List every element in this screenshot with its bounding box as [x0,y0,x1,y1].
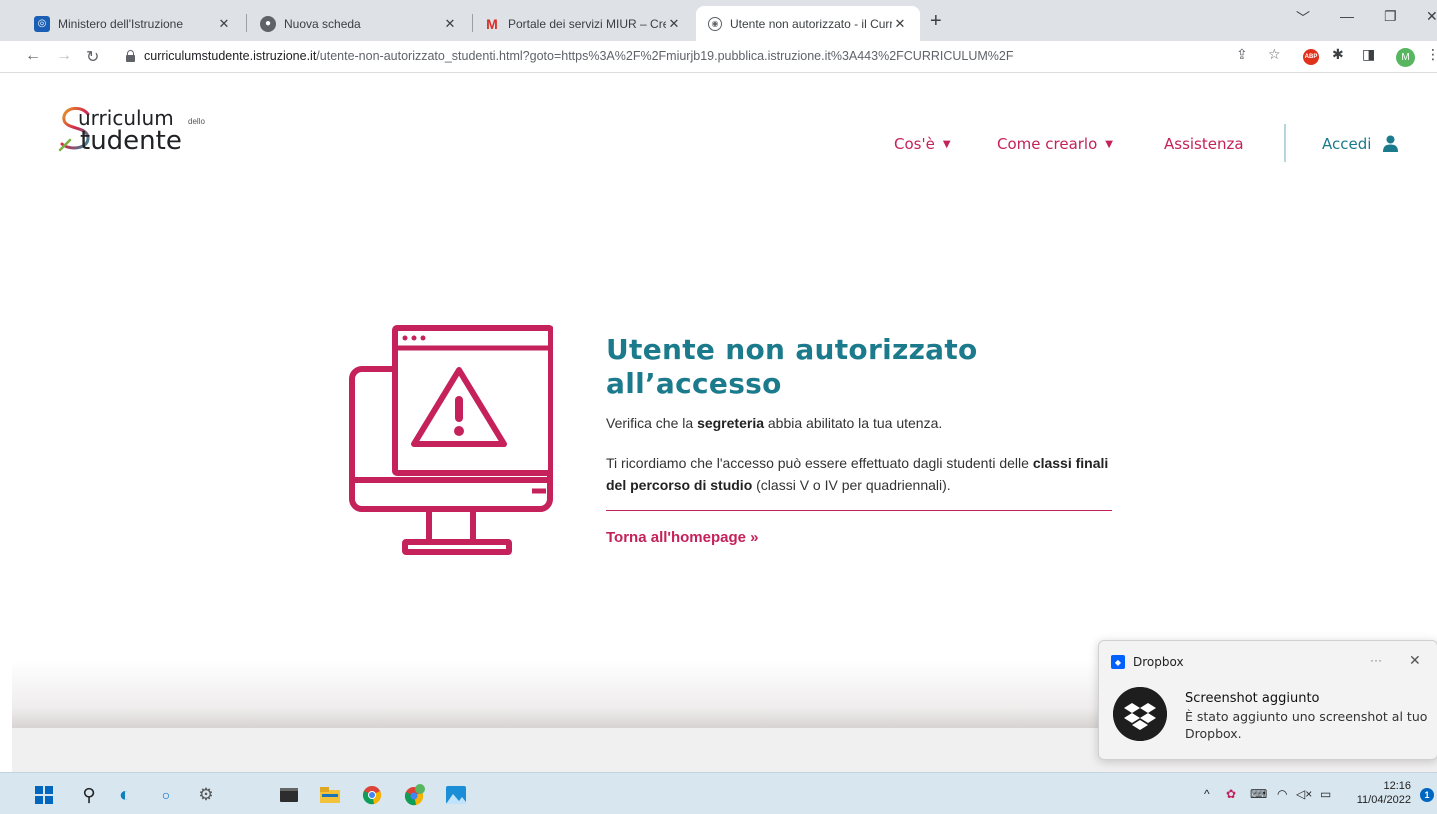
windows-start-icon[interactable] [33,784,55,806]
share-icon[interactable]: ⇪ [1236,46,1248,63]
tab-close-icon[interactable]: ✕ [892,16,908,32]
tab-separator [246,14,247,32]
verify-message: Verifica che la segreteria abbia abilita… [606,415,942,431]
tray-overflow-chevron-icon[interactable]: ^ [1204,787,1210,801]
taskbar-clock[interactable]: 12:16 11/04/2022 [1353,779,1411,807]
notification-count-badge[interactable]: 1 [1420,788,1434,802]
reload-icon[interactable]: ↻ [86,47,99,67]
forward-icon[interactable]: → [56,47,72,65]
tab-title: Utente non autorizzato - il Curric [730,16,892,31]
dropbox-small-icon: ◆ [1111,655,1125,669]
profile-avatar[interactable]: M [1396,48,1415,67]
nav-assistenza-link[interactable]: Assistenza [1164,135,1244,153]
photos-icon[interactable] [445,784,467,806]
p1-text-post: abbia abilitato la tua utenza. [764,415,943,431]
address-bar[interactable]: curriculumstudente.istruzione.it/utente-… [116,44,1296,70]
tab-close-icon[interactable]: ✕ [666,16,682,32]
curriculum-studente-logo[interactable]: urriculum dello tudente [58,102,228,158]
tab-utente-non-autorizzato[interactable]: ◉ Utente non autorizzato - il Curric ✕ [696,6,920,41]
tab-close-icon[interactable]: ✕ [216,16,232,32]
settings-gear-icon[interactable]: ⚙ [195,784,217,806]
tab-nuova-scheda[interactable]: ● Nuova scheda ✕ [248,6,470,41]
wifi-icon[interactable]: ◠ [1277,787,1287,801]
browser-tab-strip: ◎ Ministero dell'Istruzione ✕ ● Nuova sc… [0,0,1437,41]
notification-close-icon[interactable]: ✕ [1409,652,1421,669]
lock-icon[interactable] [126,50,135,62]
tab-title: Nuova scheda [284,16,361,31]
homepage-link-label: Torna all'homepage [606,529,746,546]
p2-text-pre: Ti ricordiamo che l'accesso può essere e… [606,455,1033,471]
dropbox-notification[interactable]: ◆ Dropbox ··· ✕ Screenshot aggiunto È st… [1098,640,1437,760]
extensions-puzzle-icon[interactable]: ✱ [1332,46,1344,63]
monitor-warning-illustration [349,325,553,555]
nav-divider [1284,124,1286,162]
volume-muted-icon[interactable]: ◁× [1296,787,1312,801]
p1-bold-segreteria: segreteria [697,415,764,431]
page-title: Utente non autorizzato all’accesso [606,333,978,400]
tray-app-icon[interactable]: ✿ [1226,787,1236,801]
tab-title: Portale dei servizi MIUR – Creazio [508,16,666,31]
globe-favicon-icon: ◉ [708,16,722,31]
url-host: curriculumstudente.istruzione.it [144,49,317,63]
tab-portale-miur[interactable]: M Portale dei servizi MIUR – Creazio ✕ [472,6,694,41]
adblock-plus-icon[interactable]: ABP [1303,49,1319,65]
url-path: /utente-non-autorizzato_studenti.html?go… [316,49,1014,63]
chrome-profile-icon[interactable] [404,784,426,806]
windows-taskbar: ⚲ ◐ ○ ⚙ ^ ✿ ⌨ ◠ ◁× ▭ 12:16 11/04/2022 1 [0,772,1437,814]
caret-down-icon: ▼ [942,139,951,150]
terminal-icon[interactable] [278,784,300,806]
side-panel-icon[interactable]: ◨ [1362,46,1375,63]
tab-title: Ministero dell'Istruzione [58,16,184,31]
content-divider [606,510,1112,511]
p1-text-pre: Verifica che la [606,415,698,431]
user-icon[interactable] [1383,135,1398,152]
tab-ministero[interactable]: ◎ Ministero dell'Istruzione ✕ [22,6,244,41]
gmail-favicon-icon: M [486,15,498,32]
bookmark-star-icon[interactable]: ☆ [1268,46,1281,63]
notification-app-name: Dropbox [1133,655,1184,669]
dropbox-logo-icon [1113,687,1167,741]
minimize-icon[interactable]: — [1340,8,1354,24]
access-info-message: Ti ricordiamo che l'accesso può essere e… [606,452,1116,496]
notification-body: È stato aggiunto uno screenshot al tuo D… [1185,709,1428,741]
logo-text-dello: dello [188,117,205,126]
p2-text-post: (classi V o IV per quadriennali). [752,477,951,493]
double-chevron-right-icon: » [750,529,759,546]
back-to-homepage-link[interactable]: Torna all'homepage » [606,529,759,546]
browser-toolbar: ← → ↻ curriculumstudente.istruzione.it/u… [0,41,1437,73]
nav-cose-label: Cos'è [894,135,935,153]
browser-menu-icon[interactable]: ⋮ [1426,46,1437,63]
more-options-icon[interactable]: ··· [1370,653,1382,667]
nav-cose-dropdown[interactable]: Cos'è ▼ [894,135,951,153]
caret-down-icon: ▼ [1105,139,1113,150]
chrome-icon[interactable] [361,784,383,806]
chrome-favicon-icon: ● [260,15,276,32]
search-icon[interactable]: ⚲ [78,784,100,806]
ministero-favicon-icon: ◎ [34,15,50,32]
notification-title: Screenshot aggiunto [1185,691,1320,706]
keyboard-icon[interactable]: ⌨ [1250,787,1267,801]
tab-close-icon[interactable]: ✕ [442,16,458,32]
back-icon[interactable]: ← [25,47,41,65]
nav-come-crearlo-dropdown[interactable]: Come crearlo ▼ [997,135,1113,153]
url-text[interactable]: curriculumstudente.istruzione.it/utente-… [144,49,1014,63]
logo-text-studente: tudente [80,126,182,156]
new-tab-icon[interactable]: + [930,11,942,31]
battery-icon[interactable]: ▭ [1320,787,1331,801]
edge-icon[interactable]: ◐ [114,784,136,806]
window-close-icon[interactable]: ✕ [1426,8,1437,25]
clock-time: 12:16 [1383,780,1411,792]
accedi-link[interactable]: Accedi [1322,135,1371,153]
tab-search-chevron-icon[interactable]: ﹀ [1296,8,1310,28]
notification-app: ◆ Dropbox [1111,655,1184,669]
clock-date: 11/04/2022 [1356,794,1411,806]
nav-come-label: Come crearlo [997,135,1098,153]
cortana-icon[interactable]: ○ [155,784,177,806]
restore-icon[interactable]: ❐ [1384,8,1397,25]
file-explorer-icon[interactable] [319,784,341,806]
